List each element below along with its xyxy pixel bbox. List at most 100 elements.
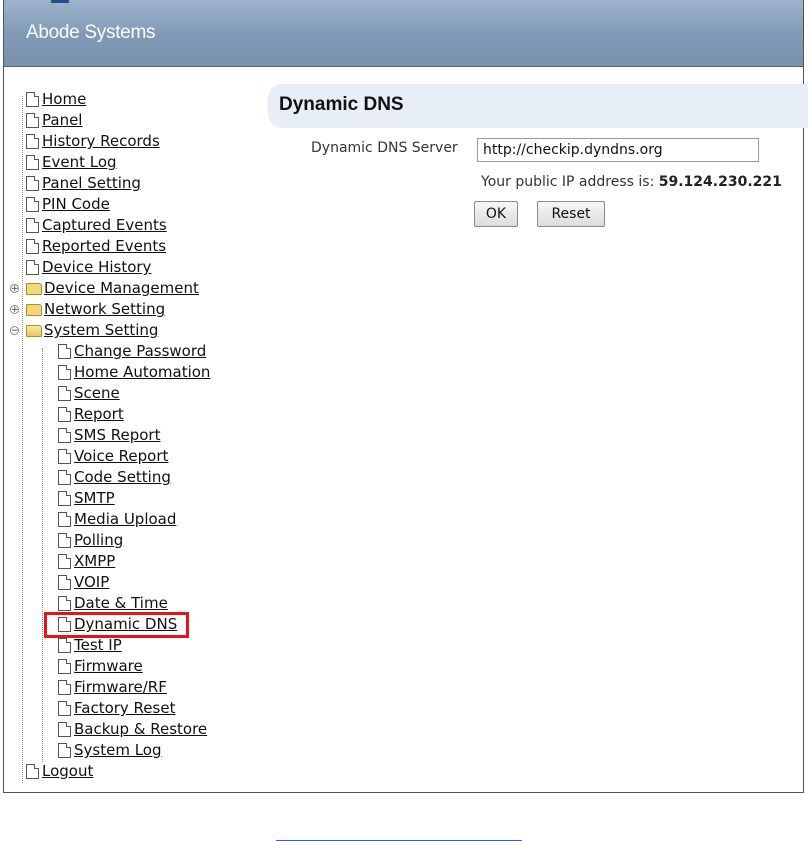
public-ip-label: Your public IP address is: — [481, 174, 655, 190]
folder-icon — [26, 304, 42, 316]
tree-link[interactable]: VOIP — [74, 573, 109, 591]
expand-plus-icon[interactable]: + — [10, 305, 19, 315]
tree-item-home[interactable]: Home — [26, 90, 86, 111]
tree-link[interactable]: Scene — [74, 384, 120, 402]
tree-link[interactable]: PIN Code — [42, 195, 110, 213]
dns-server-input[interactable] — [477, 138, 759, 162]
tree-item-backup-restore[interactable]: Backup & Restore — [58, 720, 207, 741]
tree-link[interactable]: Home Automation — [74, 363, 210, 381]
tree-link[interactable]: History Records — [42, 132, 160, 150]
tree-item-test-ip[interactable]: Test IP — [58, 636, 122, 657]
page-icon — [58, 533, 71, 548]
tree-link[interactable]: System Setting — [44, 321, 158, 339]
tree-link[interactable]: System Log — [74, 741, 162, 759]
tree-item-voice-report[interactable]: Voice Report — [58, 447, 168, 468]
tree-link[interactable]: Network Setting — [44, 300, 165, 318]
tree-item-media-upload[interactable]: Media Upload — [58, 510, 176, 531]
tree-item-pin-code[interactable]: PIN Code — [26, 195, 110, 216]
expand-plus-icon[interactable]: + — [10, 284, 19, 294]
tree-item-firmware-rf[interactable]: Firmware/RF — [58, 678, 167, 699]
tree-link[interactable]: Firmware — [74, 657, 143, 675]
tree-link[interactable]: Reported Events — [42, 237, 166, 255]
tree-item-code-setting[interactable]: Code Setting — [58, 468, 171, 489]
tree-link[interactable]: Home — [42, 90, 86, 108]
tree-item-history-records[interactable]: History Records — [26, 132, 160, 153]
tree-item-scene[interactable]: Scene — [58, 384, 120, 405]
tree-item-logout[interactable]: Logout — [26, 762, 93, 783]
page-icon — [26, 134, 39, 149]
tree-link[interactable]: Voice Report — [74, 447, 168, 465]
tree-link[interactable]: Date & Time — [74, 594, 168, 612]
tree-item-smtp[interactable]: SMTP — [58, 489, 115, 510]
tree-link[interactable]: Captured Events — [42, 216, 167, 234]
tree-folder-device-management[interactable]: Device Management — [26, 279, 199, 300]
page-icon — [26, 92, 39, 107]
tree-link[interactable]: Report — [74, 405, 124, 423]
tree-item-sms-report[interactable]: SMS Report — [58, 426, 160, 447]
tree-link[interactable]: Change Password — [74, 342, 206, 360]
tree-link[interactable]: Backup & Restore — [74, 720, 207, 738]
collapse-minus-icon[interactable]: − — [10, 326, 19, 336]
tree-item-event-log[interactable]: Event Log — [26, 153, 117, 174]
tree-item-panel[interactable]: Panel — [26, 111, 82, 132]
page-title: Dynamic DNS — [279, 94, 404, 115]
page-icon — [58, 701, 71, 716]
page-icon — [58, 722, 71, 737]
tree-item-report[interactable]: Report — [58, 405, 124, 426]
tree-item-change-password[interactable]: Change Password — [58, 342, 206, 363]
page-icon — [58, 596, 71, 611]
tree-link[interactable]: SMS Report — [74, 426, 160, 444]
tree-link[interactable]: Test IP — [74, 636, 122, 654]
page-icon — [58, 659, 71, 674]
tree-item-polling[interactable]: Polling — [58, 531, 123, 552]
page-icon — [26, 764, 39, 779]
reset-button[interactable]: Reset — [537, 201, 605, 227]
page-icon — [58, 386, 71, 401]
page-icon — [58, 743, 71, 758]
tree-link[interactable]: Media Upload — [74, 510, 176, 528]
tree-item-system-log[interactable]: System Log — [58, 741, 162, 762]
tree-item-xmpp[interactable]: XMPP — [58, 552, 115, 573]
page-icon — [26, 260, 39, 275]
page-icon — [26, 113, 39, 128]
tree-link[interactable]: XMPP — [74, 552, 115, 570]
page-icon — [58, 554, 71, 569]
page-icon — [58, 365, 71, 380]
dns-server-label: Dynamic DNS Server — [311, 140, 458, 156]
tree-item-home-automation[interactable]: Home Automation — [58, 363, 210, 384]
tree-link[interactable]: Device Management — [44, 279, 199, 297]
public-ip-text: Your public IP address is: 59.124.230.22… — [481, 174, 782, 190]
tree-link[interactable]: Panel — [42, 111, 82, 129]
tree-item-firmware[interactable]: Firmware — [58, 657, 143, 678]
ok-button[interactable]: OK — [474, 201, 518, 227]
tree-item-panel-setting[interactable]: Panel Setting — [26, 174, 141, 195]
tree-connector — [42, 348, 43, 762]
page-icon — [26, 197, 39, 212]
tree-item-captured-events[interactable]: Captured Events — [26, 216, 167, 237]
tree-connector — [22, 96, 23, 783]
page-icon — [58, 680, 71, 695]
page-icon — [58, 407, 71, 422]
public-ip-value: 59.124.230.221 — [658, 174, 782, 190]
tree-link[interactable]: Panel Setting — [42, 174, 141, 192]
tree-link[interactable]: Device History — [42, 258, 151, 276]
app-header: Abode Systems — [4, 0, 803, 67]
tree-link[interactable]: Event Log — [42, 153, 117, 171]
tree-item-device-history[interactable]: Device History — [26, 258, 151, 279]
tree-link[interactable]: Factory Reset — [74, 699, 175, 717]
app-window: Abode Systems Home Panel History Records… — [3, 0, 808, 793]
logo-icon — [51, 0, 69, 3]
tree-item-factory-reset[interactable]: Factory Reset — [58, 699, 175, 720]
tree-link[interactable]: Firmware/RF — [74, 678, 167, 696]
tree-link[interactable]: Logout — [42, 762, 93, 780]
tree-folder-network-setting[interactable]: Network Setting — [26, 300, 165, 321]
tree-link[interactable]: SMTP — [74, 489, 115, 507]
tree-item-reported-events[interactable]: Reported Events — [26, 237, 166, 258]
page-icon — [58, 470, 71, 485]
tree-link[interactable]: Polling — [74, 531, 123, 549]
tree-item-voip[interactable]: VOIP — [58, 573, 109, 594]
app-title: Abode Systems — [26, 22, 156, 43]
tree-link[interactable]: Code Setting — [74, 468, 171, 486]
tree-folder-system-setting[interactable]: System Setting — [26, 321, 158, 342]
navigation-tree: Home Panel History Records Event Log Pan… — [4, 90, 244, 790]
